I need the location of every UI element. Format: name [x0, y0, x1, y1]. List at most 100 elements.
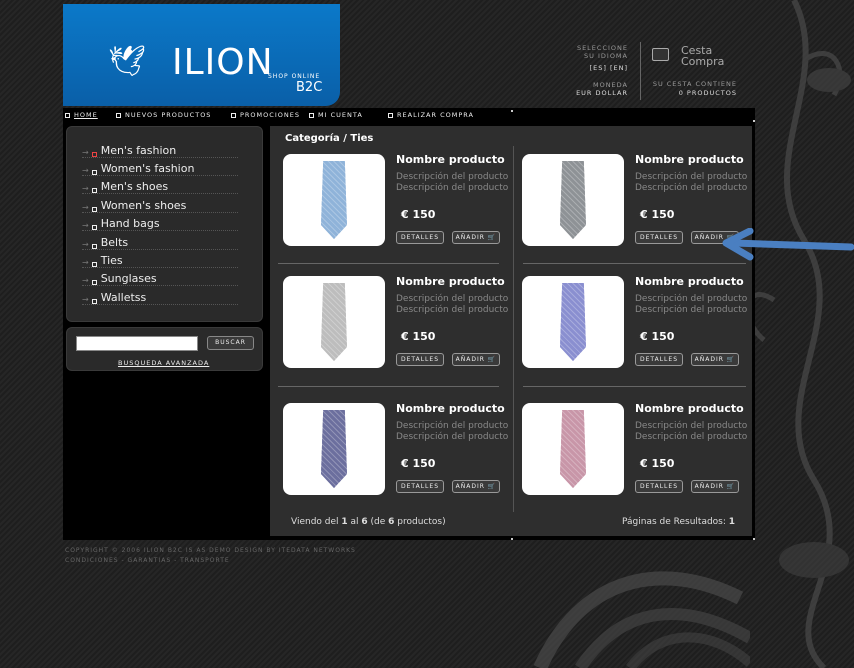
- product-name[interactable]: Nombre producto: [635, 275, 744, 288]
- bullet-icon: [91, 244, 97, 249]
- bullet-icon: [91, 299, 97, 304]
- corner-dot: [511, 110, 513, 112]
- product-name[interactable]: Nombre producto: [635, 153, 744, 166]
- category-belts[interactable]: → Belts: [82, 232, 238, 250]
- tie-image: [560, 410, 586, 488]
- category-womens-fashion[interactable]: → Women's fashion: [82, 158, 238, 176]
- results-pages: Páginas de Resultados: 1: [622, 517, 736, 527]
- bullet-icon: [91, 170, 97, 175]
- flower-decoration-icon: [533, 571, 750, 668]
- details-button[interactable]: DETALLES: [635, 231, 683, 244]
- add-to-cart-button[interactable]: AÑADIR 🛒: [691, 480, 739, 493]
- product-name[interactable]: Nombre producto: [396, 402, 505, 415]
- add-to-cart-button[interactable]: AÑADIR 🛒: [691, 353, 739, 366]
- row-divider: [523, 386, 746, 387]
- corner-dot: [753, 538, 755, 540]
- top-nav: HOME NUEVOS PRODUCTOS PROMOCIONES MI CUE…: [63, 108, 755, 122]
- category-sunglases[interactable]: → Sunglases: [82, 268, 238, 286]
- cart-small-icon: 🛒: [487, 483, 497, 490]
- tie-image: [321, 410, 347, 488]
- details-button[interactable]: DETALLES: [396, 231, 444, 244]
- product-price: € 150: [640, 457, 675, 470]
- category-ties[interactable]: → Ties: [82, 250, 238, 268]
- nav-bullet-icon: [65, 112, 70, 118]
- row-divider: [523, 263, 746, 264]
- logo-text: ILION: [172, 42, 274, 83]
- language-selector[interactable]: [ES] [EN]: [560, 64, 628, 72]
- copyright: COPYRIGHT © 2006 ILION B2C IS AS DEMO DE…: [65, 547, 356, 566]
- bullet-icon: [91, 280, 97, 285]
- add-to-cart-button[interactable]: AÑADIR 🛒: [452, 480, 500, 493]
- add-to-cart-button[interactable]: AÑADIR 🛒: [452, 231, 500, 244]
- nav-home[interactable]: HOME: [65, 111, 98, 119]
- tie-image: [321, 283, 347, 361]
- category-mens-shoes[interactable]: → Men's shoes: [82, 176, 238, 194]
- add-to-cart-button[interactable]: AÑADIR 🛒: [452, 353, 500, 366]
- product-image[interactable]: [283, 276, 385, 368]
- details-button[interactable]: DETALLES: [635, 353, 683, 366]
- arrow-icon: →: [82, 221, 89, 230]
- cart-title[interactable]: Cesta Compra: [681, 45, 724, 67]
- arrow-icon: →: [82, 295, 89, 304]
- nav-checkout[interactable]: REALIZAR COMPRA: [388, 111, 474, 119]
- product-price: € 150: [401, 330, 436, 343]
- nav-bullet-icon: [309, 112, 314, 118]
- category-mens-fashion[interactable]: → Men's fashion: [82, 140, 238, 158]
- product-description: Descripción del producto Descripción del …: [635, 294, 748, 315]
- arrow-icon: →: [82, 148, 89, 157]
- product-price: € 150: [640, 208, 675, 221]
- search-input[interactable]: [76, 336, 198, 351]
- nav-my-account[interactable]: MI CUENTA: [309, 111, 363, 119]
- logo-wing-icon: 🕊: [108, 44, 147, 79]
- nav-promotions[interactable]: PROMOCIONES: [231, 111, 300, 119]
- product-price: € 150: [401, 208, 436, 221]
- product-price: € 150: [640, 330, 675, 343]
- category-walletss[interactable]: → Walletss: [82, 287, 238, 305]
- column-divider: [513, 146, 514, 512]
- product-description: Descripción del producto Descripción del …: [635, 172, 748, 193]
- product-image[interactable]: [522, 403, 624, 495]
- corner-dot: [753, 120, 755, 122]
- product-image[interactable]: [283, 403, 385, 495]
- bullet-icon: [91, 152, 97, 157]
- bullet-icon: [91, 225, 97, 230]
- footer-links[interactable]: CONDICIONES - GARANTIAS - TRANSPORTE: [65, 556, 356, 566]
- arrow-icon: →: [82, 240, 89, 249]
- currency-selector[interactable]: EUR DOLLAR: [540, 89, 628, 97]
- details-button[interactable]: DETALLES: [396, 480, 444, 493]
- details-button[interactable]: DETALLES: [635, 480, 683, 493]
- nav-bullet-icon: [388, 112, 393, 118]
- arrow-icon: →: [82, 258, 89, 267]
- product-name[interactable]: Nombre producto: [396, 275, 505, 288]
- arrow-icon: →: [82, 184, 89, 193]
- product-image[interactable]: [522, 276, 624, 368]
- details-button[interactable]: DETALLES: [396, 353, 444, 366]
- product-name[interactable]: Nombre producto: [396, 153, 505, 166]
- bullet-icon: [91, 262, 97, 267]
- nav-bullet-icon: [231, 112, 236, 118]
- page-link[interactable]: 1: [729, 517, 735, 527]
- nav-bullet-icon: [116, 112, 121, 118]
- category-hand-bags[interactable]: → Hand bags: [82, 213, 238, 231]
- cart-small-icon: 🛒: [726, 356, 736, 363]
- product-image[interactable]: [522, 154, 624, 246]
- search-button[interactable]: BUSCAR: [207, 336, 254, 350]
- arrow-icon: →: [82, 166, 89, 175]
- product-description: Descripción del producto Descripción del …: [635, 421, 748, 442]
- nav-new-products[interactable]: NUEVOS PRODUCTOS: [116, 111, 211, 119]
- product-image[interactable]: [283, 154, 385, 246]
- product-description: Descripción del producto Descripción del …: [396, 172, 509, 193]
- row-divider: [278, 386, 499, 387]
- product-price: € 150: [401, 457, 436, 470]
- cart-icon[interactable]: [652, 48, 669, 61]
- tie-image: [321, 161, 347, 239]
- category-womens-shoes[interactable]: → Women's shoes: [82, 195, 238, 213]
- product-name[interactable]: Nombre producto: [635, 402, 744, 415]
- language-label: SELECCIONE SU IDIOMA: [576, 44, 628, 60]
- bullet-icon: [91, 207, 97, 212]
- cart-status-label: SU CESTA CONTIENE: [652, 80, 737, 88]
- product-description: Descripción del producto Descripción del …: [396, 421, 509, 442]
- corner-dot: [511, 538, 513, 540]
- advanced-search-link[interactable]: BUSQUEDA AVANZADA: [118, 359, 209, 367]
- logo-subtitle: SHOP ONLINE: [268, 73, 321, 80]
